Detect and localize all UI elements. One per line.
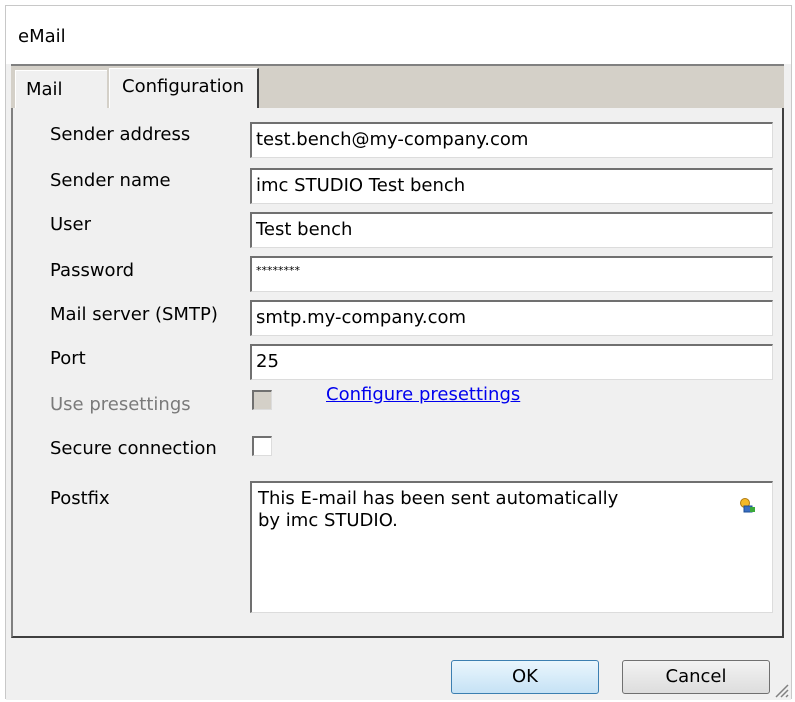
tab-mail[interactable]: Mail [15, 70, 107, 108]
configuration-panel: Sender address test.bench@my-company.com… [11, 108, 784, 638]
secure-connection-label: Secure connection [50, 438, 217, 459]
sender-address-field[interactable]: test.bench@my-company.com [250, 122, 773, 158]
user-field[interactable]: Test bench [250, 212, 773, 248]
ok-button[interactable]: OK [451, 660, 599, 694]
insert-field-icon[interactable] [738, 497, 756, 515]
resize-grip-icon[interactable] [771, 680, 789, 698]
user-label: User [50, 214, 92, 235]
password-label: Password [50, 260, 135, 281]
postfix-line-1: This E-mail has been sent automatically [258, 488, 619, 509]
postfix-line-2: by imc STUDIO. [258, 510, 398, 531]
mail-server-label: Mail server (SMTP) [50, 304, 218, 325]
tab-configuration[interactable]: Configuration [109, 68, 259, 110]
window-title: eMail [18, 26, 66, 47]
use-presettings-checkbox [252, 390, 272, 410]
tab-strip: Mail Configuration [11, 64, 784, 110]
postfix-label: Postfix [50, 488, 110, 509]
port-field[interactable]: 25 [250, 344, 773, 380]
mail-server-field[interactable]: smtp.my-company.com [250, 300, 773, 336]
port-label: Port [50, 348, 86, 369]
configure-presettings-link[interactable]: Configure presettings [326, 384, 520, 405]
postfix-textarea[interactable]: This E-mail has been sent automatically … [250, 481, 773, 613]
secure-connection-checkbox[interactable] [252, 436, 272, 456]
sender-name-label: Sender name [50, 170, 171, 191]
password-field[interactable]: ******** [250, 256, 773, 292]
email-dialog: eMail Mail Configuration Sender address … [5, 5, 792, 700]
title-bar: eMail [6, 6, 791, 64]
cancel-button[interactable]: Cancel [622, 660, 770, 694]
sender-name-field[interactable]: imc STUDIO Test bench [250, 168, 773, 204]
dialog-footer: OK Cancel [6, 640, 791, 700]
sender-address-label: Sender address [50, 124, 191, 145]
use-presettings-label: Use presettings [50, 394, 191, 415]
